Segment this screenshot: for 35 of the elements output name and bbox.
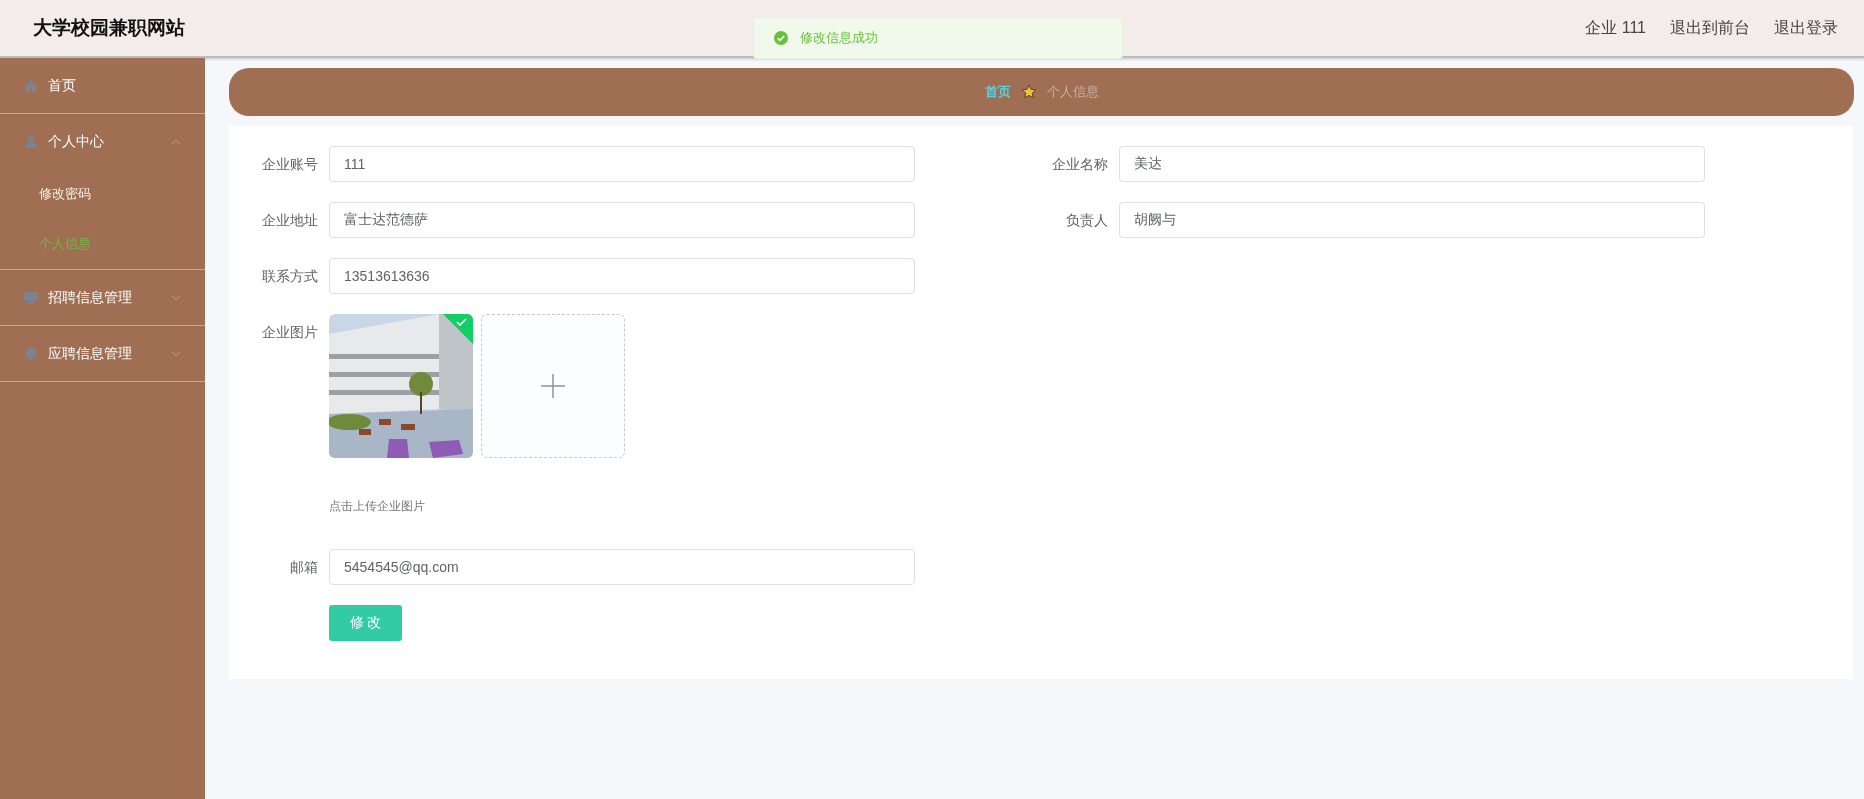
input-field[interactable]: 富士达范德萨	[329, 202, 915, 238]
menu-item[interactable]: 应聘信息管理	[0, 326, 205, 381]
field-label: 企业图片	[261, 323, 319, 342]
field-label: 负责人	[1065, 211, 1109, 230]
field-label: 邮箱	[289, 558, 319, 577]
submenu-item[interactable]: 修改密码	[0, 169, 205, 219]
balloon-icon	[24, 346, 38, 361]
success-icon	[774, 31, 788, 45]
menu-item[interactable]: 个人中心	[0, 114, 205, 169]
user-icon	[24, 134, 38, 149]
input-field[interactable]: 5454545@qq.com	[329, 549, 915, 585]
input-field[interactable]: 111	[329, 146, 915, 182]
field-label: 联系方式	[261, 267, 319, 286]
input-field[interactable]: 胡阙与	[1119, 202, 1705, 238]
field-label: 企业账号	[261, 155, 319, 174]
toast-message: 修改信息成功	[800, 29, 878, 47]
star-icon	[1020, 84, 1037, 100]
header-link[interactable]: 退出登录	[1774, 17, 1838, 39]
check-icon	[443, 314, 473, 344]
menu-item[interactable]: 招聘信息管理	[0, 270, 205, 325]
upload-button[interactable]	[481, 314, 625, 458]
menu-item[interactable]: 首页	[0, 58, 205, 113]
header-link[interactable]: 退出到前台	[1670, 17, 1750, 39]
input-field[interactable]: 13513613636	[329, 258, 915, 294]
user-name: 企业 111	[1585, 17, 1646, 38]
home-icon	[24, 78, 38, 93]
breadcrumb-link[interactable]: 首页	[984, 83, 1011, 101]
breadcrumb-link[interactable]: 个人信息	[1046, 83, 1099, 101]
field-label: 企业地址	[261, 211, 319, 230]
plus-icon	[541, 374, 565, 398]
input-field[interactable]: 美达	[1119, 146, 1705, 182]
monitor-icon	[24, 290, 38, 305]
upload-hint: 点击上传企业图片	[329, 498, 426, 515]
field-label: 企业名称	[1051, 155, 1109, 174]
site-title: 大学校园兼职网站	[33, 16, 185, 40]
